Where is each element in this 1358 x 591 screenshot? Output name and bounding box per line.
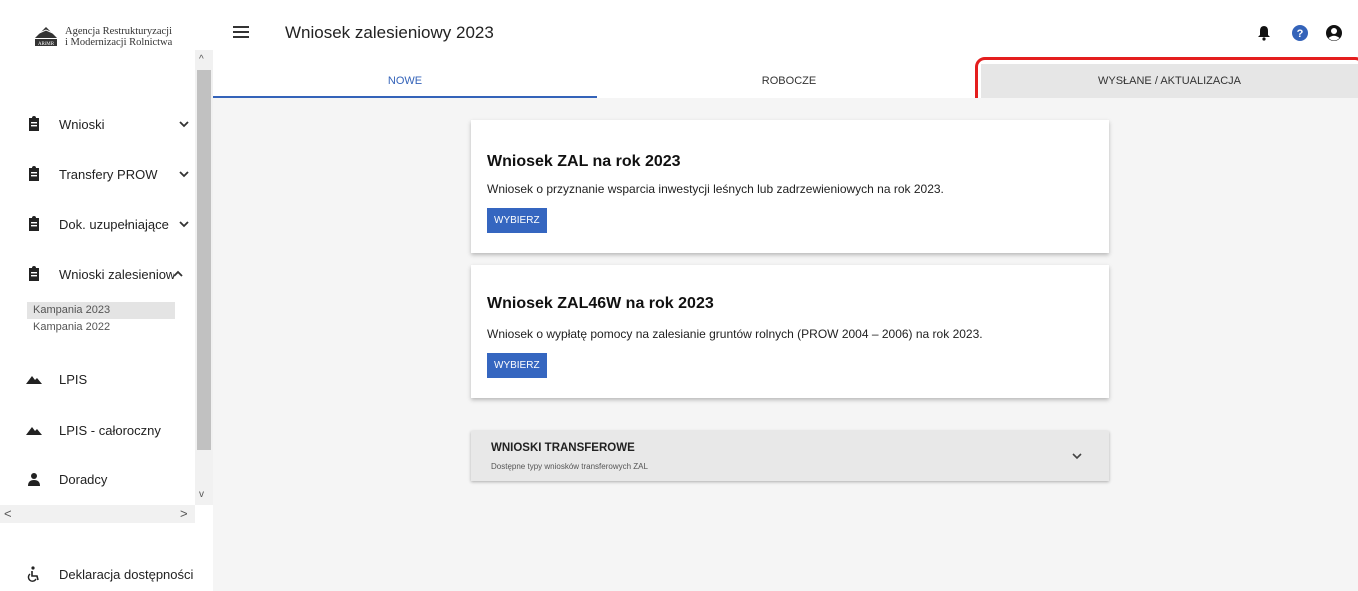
sidebar-subitem-kampania-2023[interactable]: Kampania 2023 [27, 302, 175, 319]
tab-nowe[interactable]: NOWE [213, 64, 597, 98]
person-icon [28, 473, 40, 486]
tab-bar: NOWE ROBOCZE WYSŁANE / AKTUALIZACJA [213, 64, 1358, 98]
sidebar-item-label: Transfery PROW [59, 166, 158, 182]
application-card-zal: Wniosek ZAL na rok 2023 Wniosek o przyzn… [471, 120, 1109, 253]
card-description: Wniosek o przyznanie wsparcia inwestycji… [487, 182, 944, 196]
transfer-applications-accordion[interactable]: WNIOSKI TRANSFEROWE Dostępne typy wniosk… [471, 431, 1109, 481]
accordion-subtitle: Dostępne typy wniosków transferowych ZAL [491, 462, 648, 471]
tab-wyslane-aktualizacja[interactable]: WYSŁANE / AKTUALIZACJA [981, 64, 1358, 98]
sidebar-item-label: Wnioski [59, 116, 105, 132]
card-description: Wniosek o wypłatę pomocy na zalesianie g… [487, 327, 983, 341]
sidebar-item-label: Doradcy [59, 471, 108, 487]
scroll-down-icon[interactable]: v [199, 490, 209, 500]
tab-robocze[interactable]: ROBOCZE [597, 64, 981, 98]
sidebar-item-doradcy[interactable]: Doradcy [0, 459, 195, 499]
scroll-left-icon[interactable]: < [4, 507, 12, 520]
chevron-down-icon [179, 171, 189, 178]
arimr-logo[interactable]: ARiMR Agencja Restrukturyzacji i Moderni… [0, 0, 195, 50]
mountain-icon [26, 376, 42, 384]
card-title: Wniosek ZAL46W na rok 2023 [487, 295, 714, 312]
sidebar-item-label: LPIS - całoroczny [59, 422, 161, 438]
sidebar-subitem-kampania-2022[interactable]: Kampania 2022 [27, 319, 175, 336]
clipboard-icon [29, 266, 39, 281]
arimr-logo-icon: ARiMR [35, 27, 57, 47]
sidebar-vertical-scrollbar[interactable]: ^ v [195, 50, 213, 505]
svg-text:?: ? [1297, 28, 1304, 40]
sidebar-item-label: Dok. uzupełniające [59, 216, 169, 232]
chevron-down-icon [179, 221, 189, 228]
accordion-title: WNIOSKI TRANSFEROWE [491, 442, 635, 454]
bell-icon[interactable] [1255, 24, 1273, 42]
select-button[interactable]: WYBIERZ [487, 208, 547, 233]
scroll-right-icon[interactable]: > [180, 507, 188, 520]
hamburger-menu-icon[interactable] [233, 26, 251, 40]
sidebar-item-transfery-prow[interactable]: Transfery PROW [0, 154, 195, 194]
sidebar-item-wnioski[interactable]: Wnioski [0, 104, 195, 144]
account-icon[interactable] [1325, 24, 1343, 42]
logo-text-line2: i Modernizacji Rolnictwa [65, 37, 173, 48]
card-title: Wniosek ZAL na rok 2023 [487, 153, 681, 170]
select-button[interactable]: WYBIERZ [487, 353, 547, 378]
clipboard-icon [29, 116, 39, 131]
chevron-down-icon [179, 121, 189, 128]
scroll-up-icon[interactable]: ^ [199, 55, 209, 65]
logo-text-line1: Agencja Restrukturyzacji [65, 26, 172, 37]
mountain-icon [26, 427, 42, 435]
sidebar: ARiMR Agencja Restrukturyzacji i Moderni… [0, 0, 213, 591]
help-icon[interactable]: ? [1291, 24, 1309, 42]
page-title: Wniosek zalesieniowy 2023 [285, 23, 494, 42]
sidebar-item-dok-uzupelniajace[interactable]: Dok. uzupełniające [0, 204, 195, 244]
chevron-up-icon [173, 270, 183, 277]
sidebar-item-label: LPIS [59, 371, 88, 387]
clipboard-icon [29, 216, 39, 231]
application-card-zal46w: Wniosek ZAL46W na rok 2023 Wniosek o wyp… [471, 265, 1109, 398]
sidebar-item-lpis-caloroczny[interactable]: LPIS - całoroczny [0, 410, 195, 450]
sidebar-item-wnioski-zalesieniowe[interactable]: Wnioski zalesieniowe [0, 254, 195, 294]
chevron-down-icon [1072, 453, 1082, 460]
accessibility-icon [27, 566, 39, 582]
accessibility-declaration-label: Deklaracja dostępności [59, 566, 194, 582]
sidebar-item-lpis[interactable]: LPIS [0, 359, 195, 399]
top-bar: Wniosek zalesieniowy 2023 ? [213, 0, 1358, 64]
clipboard-icon [29, 166, 39, 181]
sidebar-horizontal-scrollbar[interactable]: < > [0, 505, 195, 523]
accessibility-declaration-link[interactable]: Deklaracja dostępności [0, 560, 213, 588]
main-content: Wniosek ZAL na rok 2023 Wniosek o przyzn… [213, 98, 1358, 591]
sidebar-item-label: Wnioski zalesieniowe [59, 266, 174, 282]
scrollbar-thumb[interactable] [197, 70, 211, 450]
svg-text:ARiMR: ARiMR [38, 42, 55, 47]
